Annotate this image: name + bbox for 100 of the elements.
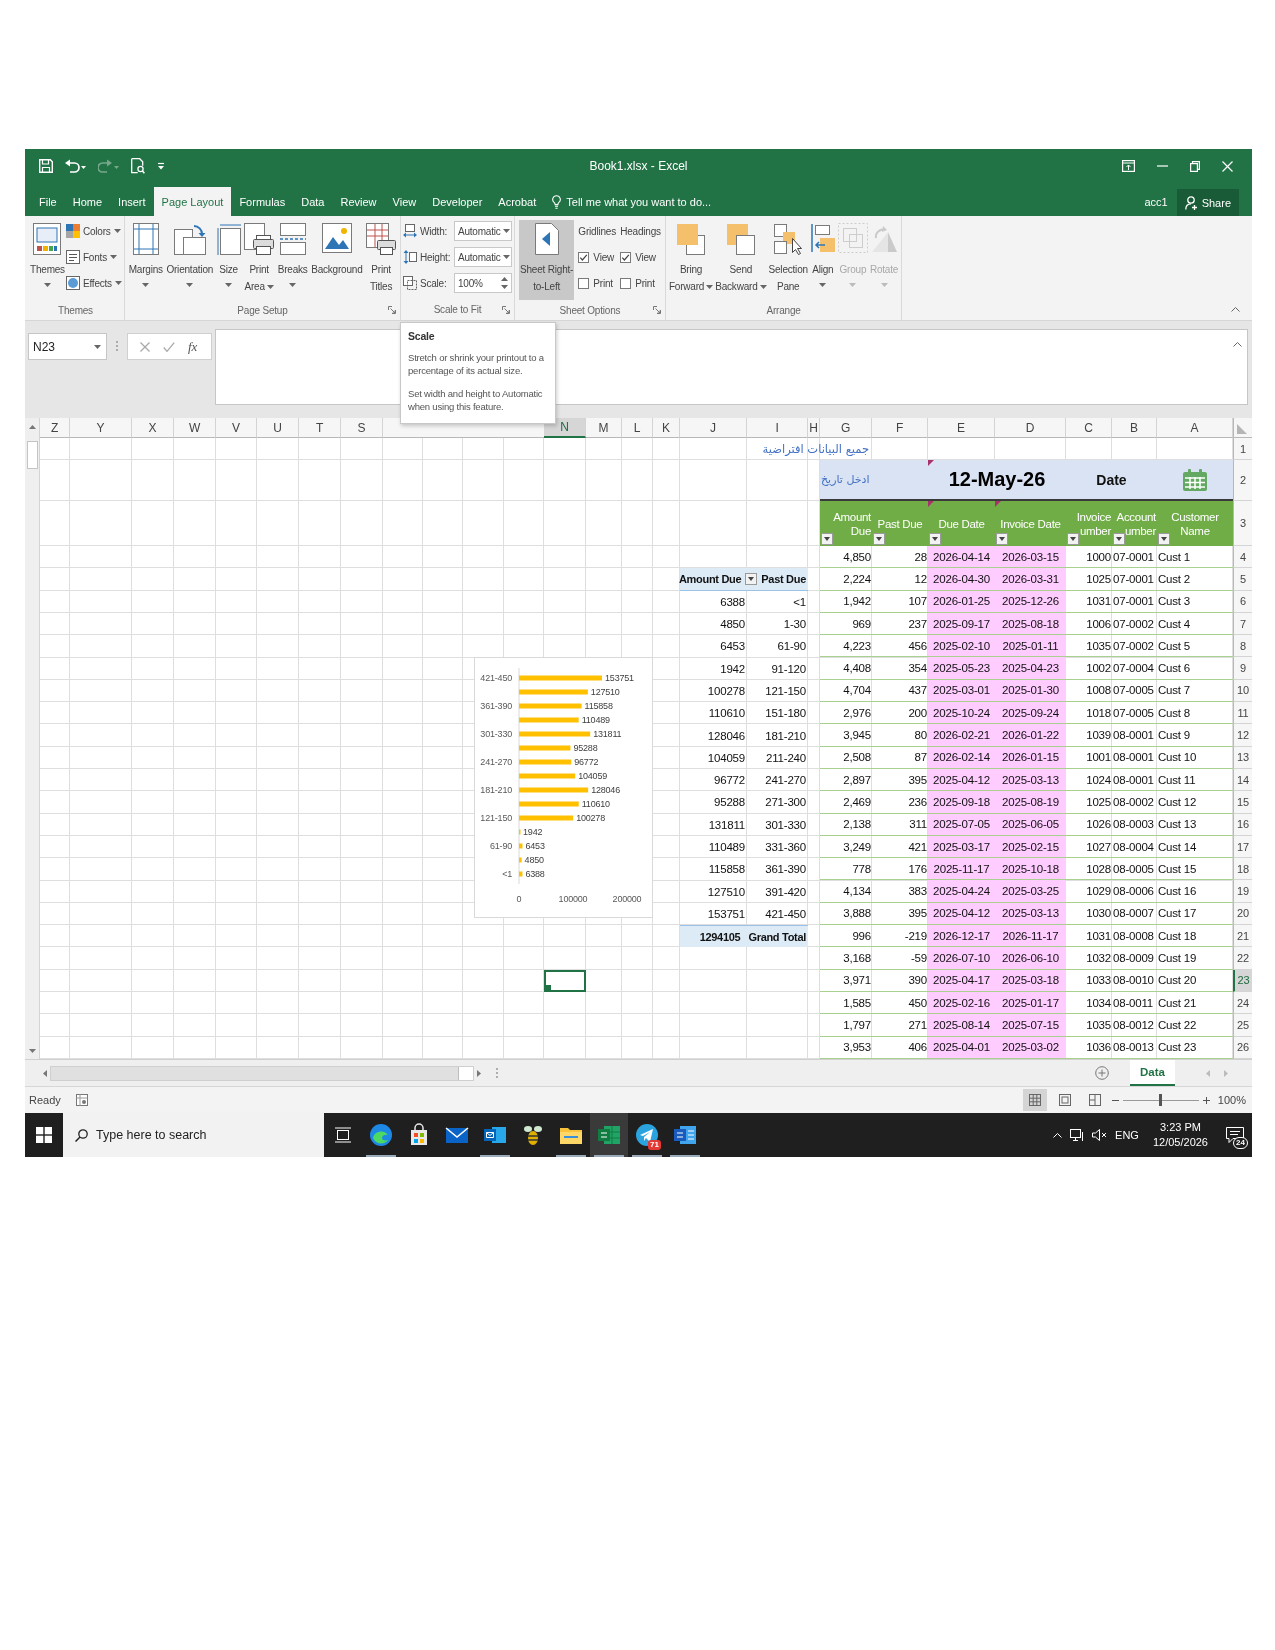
ribbon-tab[interactable]: Acrobat (490, 187, 545, 216)
checkbox-option[interactable]: Print (578, 272, 613, 294)
ribbon-button[interactable]: Selection Pane (767, 220, 809, 300)
dropdown-field[interactable]: Automatic (453, 221, 512, 241)
pivot-row-label: 1-30 (783, 618, 806, 631)
minus-icon[interactable] (1111, 1099, 1119, 1101)
filter-button[interactable] (873, 533, 885, 545)
category-label: 301-330 (480, 729, 512, 740)
table-cell: 2026-01-15 (995, 746, 1066, 769)
ribbon-tab[interactable]: Data (293, 187, 333, 216)
ribbon-tab[interactable]: File (31, 187, 65, 216)
category-label: 421-450 (480, 673, 512, 684)
filter-button[interactable] (821, 533, 833, 545)
column-header: G (820, 418, 872, 438)
slider-thumb[interactable] (1159, 1094, 1163, 1106)
close-icon[interactable] (1222, 160, 1233, 172)
ribbon-tab[interactable]: Insert (110, 187, 154, 216)
scroll-thumb[interactable] (26, 441, 38, 469)
network-icon[interactable] (1070, 1129, 1085, 1141)
row-header: 1 (1233, 438, 1252, 460)
ribbon-button[interactable]: Align (808, 220, 837, 300)
arrow-up-icon[interactable] (28, 425, 36, 429)
ribbon-tab[interactable]: Home (64, 187, 111, 216)
ribbon-button[interactable]: Fonts (65, 246, 122, 268)
arrow-left-icon[interactable] (43, 1069, 47, 1077)
speaker-muted-icon[interactable] (1092, 1129, 1108, 1141)
clock-date[interactable]: 12/05/2026 (1152, 1135, 1208, 1150)
horizontal-scrollbar[interactable] (50, 1065, 474, 1081)
field-label: Height: (419, 251, 451, 263)
tick-label: 200000 (612, 894, 642, 904)
spinner-field[interactable]: 100% (453, 273, 512, 293)
ribbon-tab[interactable]: Page Layout (153, 187, 232, 216)
dialog-launcher-icon[interactable] (652, 306, 661, 314)
insert-function-button[interactable]: fx (188, 338, 198, 355)
table-cell: 07-0005 (1112, 679, 1157, 703)
ribbon-tab[interactable]: View (384, 187, 425, 216)
plus-icon[interactable] (1202, 1096, 1210, 1104)
page-magnifier-icon[interactable] (131, 158, 145, 174)
table-cell: 2,469 (820, 791, 872, 814)
filter-button[interactable] (996, 533, 1008, 545)
ribbon-tab[interactable]: Developer (424, 187, 491, 216)
dropdown-field[interactable]: Automatic (453, 247, 512, 267)
ribbon-tab[interactable]: Review (332, 187, 385, 216)
ribbon-button[interactable]: Orientation (165, 220, 215, 300)
ribbon-button[interactable]: Bring Forward (667, 220, 715, 300)
clock-time[interactable]: 3:23 PM (1160, 1120, 1201, 1135)
checkbox-option[interactable]: View (620, 246, 656, 268)
ribbon-button[interactable]: Breaks (276, 220, 309, 300)
checkbox-option[interactable]: View (578, 246, 615, 268)
arrow-down-icon[interactable] (28, 1049, 36, 1053)
restore-icon[interactable] (1190, 160, 1200, 172)
filter-button[interactable] (1113, 533, 1125, 545)
undo-icon[interactable] (65, 159, 86, 173)
ribbon-button[interactable]: Send Backward (714, 220, 768, 300)
ribbon-button[interactable]: Print Area (243, 220, 276, 300)
filter-button[interactable] (929, 533, 941, 545)
scroll-thumb[interactable] (458, 1066, 473, 1080)
tell-me-field[interactable]: Tell me what you want to do... (566, 195, 727, 208)
sheet-tab[interactable]: Data (1130, 1060, 1175, 1086)
scale-icon (402, 276, 417, 290)
save-icon[interactable] (39, 159, 53, 173)
dialog-launcher-icon[interactable] (387, 306, 396, 314)
filter-button[interactable] (1067, 533, 1079, 545)
ribbon-button[interactable]: Sheet Right- to-Left (519, 220, 575, 300)
share-button[interactable]: Share (1176, 189, 1239, 216)
language-indicator[interactable]: ENG (1115, 1129, 1139, 1141)
swirl-icon (369, 1123, 393, 1147)
filter-button[interactable] (745, 572, 758, 585)
date-value[interactable]: 12-May-26 (948, 468, 1046, 491)
ribbon-button[interactable]: Size (215, 220, 242, 300)
table-cell: 2,976 (820, 702, 872, 725)
name-box[interactable]: N23 (28, 333, 107, 360)
table-printer-icon (366, 223, 397, 255)
table-cell: 2025-08-19 (995, 791, 1066, 814)
search-field[interactable]: Type here to search (63, 1113, 324, 1157)
checkbox-option[interactable]: Print (620, 272, 655, 294)
vertical-scrollbar[interactable] (25, 418, 40, 1059)
view-button[interactable] (1022, 1089, 1047, 1111)
ribbon-button[interactable]: Themes (29, 220, 66, 300)
account-name[interactable]: acc1 (1144, 196, 1168, 208)
table-cell: 2025-09-17 (928, 612, 995, 636)
four-panes-icon[interactable] (36, 1127, 52, 1143)
arrow-right-icon[interactable] (477, 1069, 481, 1077)
ribbon-tab[interactable]: Formulas (231, 187, 294, 216)
pivot-row-label: 121-150 (765, 684, 806, 697)
sheet-record-icon[interactable] (75, 1094, 88, 1106)
filter-button[interactable] (1158, 533, 1170, 545)
ribbon-button[interactable]: Colors (65, 220, 122, 242)
dialog-launcher-icon[interactable] (501, 305, 510, 314)
ribbon-button[interactable]: Effects (65, 272, 122, 294)
calendar-icon[interactable] (1183, 468, 1207, 491)
pivot-value: 1942 (720, 662, 745, 675)
zoom-level-text[interactable]: 100% (1217, 1094, 1246, 1106)
caret-line-icon[interactable] (157, 162, 165, 170)
table-cell: 1,585 (820, 991, 872, 1015)
ribbon-button[interactable]: Print Titles (365, 220, 398, 300)
notification-icon[interactable] (1226, 1127, 1244, 1143)
ribbon-button[interactable]: Margins (127, 220, 164, 300)
ribbon-button[interactable]: Background (310, 220, 364, 300)
bar (519, 801, 579, 807)
